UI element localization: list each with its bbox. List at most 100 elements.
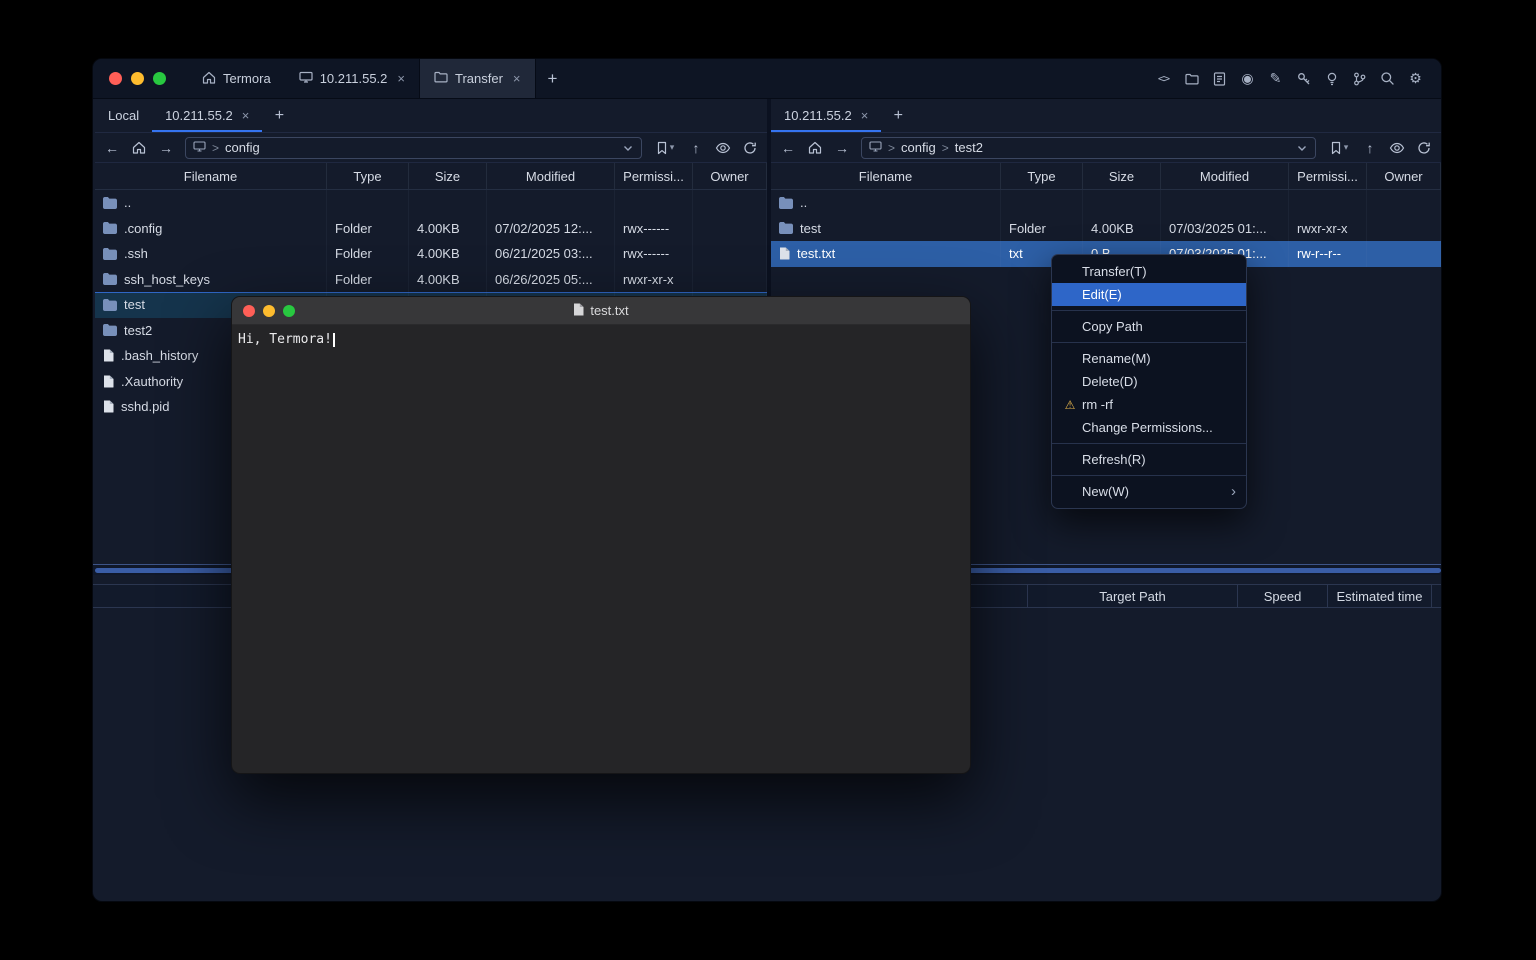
- back-button[interactable]: ←: [777, 137, 799, 159]
- file-row-item[interactable]: ..: [771, 190, 1441, 216]
- close-tab-icon[interactable]: ×: [242, 108, 250, 123]
- breadcrumb-segment[interactable]: config: [225, 140, 260, 155]
- close-tab-icon[interactable]: ×: [513, 71, 521, 86]
- chevron-down-icon[interactable]: [622, 142, 634, 154]
- left-panel-tabs: Local 10.211.55.2× +: [95, 99, 767, 133]
- column-permissions[interactable]: Permissi...: [1289, 163, 1367, 189]
- new-tab-button[interactable]: +: [536, 59, 570, 98]
- column-owner[interactable]: Owner: [693, 163, 767, 189]
- close-window-button[interactable]: [109, 72, 122, 85]
- submenu-arrow-icon: ›: [1231, 483, 1236, 500]
- context-menu: Transfer(T)Edit(E) Copy Path Rename(M) Dele…: [1051, 254, 1247, 509]
- parent-directory-button[interactable]: ↑: [685, 137, 707, 159]
- pencil-icon[interactable]: ✎: [1266, 69, 1285, 88]
- folder-icon[interactable]: [1182, 69, 1201, 88]
- file-name: ..: [124, 195, 131, 210]
- tab-label: 10.211.55.2: [784, 108, 852, 123]
- code-icon[interactable]: <>: [1154, 69, 1173, 88]
- refresh-button[interactable]: [1413, 137, 1435, 159]
- bookmark-button[interactable]: ▾: [1324, 137, 1354, 159]
- column-modified[interactable]: Modified: [1161, 163, 1289, 189]
- column-filename[interactable]: Filename: [95, 163, 327, 189]
- bulb-icon[interactable]: [1322, 69, 1341, 88]
- close-tab-icon[interactable]: ×: [861, 108, 869, 123]
- menu-item-rm-rf[interactable]: ⚠rm -rf: [1052, 393, 1246, 416]
- breadcrumb-segment[interactable]: config: [901, 140, 936, 155]
- folder-icon: [779, 197, 793, 209]
- breadcrumb-separator: >: [888, 141, 895, 155]
- panel-tab-10-211-55-2[interactable]: 10.211.55.2 ×: [771, 99, 881, 132]
- path-bar[interactable]: > config: [185, 137, 642, 159]
- menu-item-rename-m[interactable]: Rename(M): [1052, 347, 1246, 370]
- titlebar-tab-10-211-55-2[interactable]: 10.211.55.2×: [285, 59, 419, 98]
- refresh-button[interactable]: [739, 137, 761, 159]
- editor-content[interactable]: Hi, Termora!: [232, 325, 970, 354]
- text-caret: [333, 333, 335, 347]
- column-type[interactable]: Type: [327, 163, 409, 189]
- bookmark-button[interactable]: ▾: [650, 137, 680, 159]
- branch-icon[interactable]: [1350, 69, 1369, 88]
- panel-tab-10-211-55-2[interactable]: 10.211.55.2×: [152, 99, 262, 132]
- menu-item-new-w[interactable]: New(W)›: [1052, 480, 1246, 503]
- key-icon[interactable]: [1294, 69, 1313, 88]
- forward-button[interactable]: →: [831, 137, 853, 159]
- file-row-config[interactable]: .configFolder4.00KB07/02/2025 12:...rwx-…: [95, 216, 767, 242]
- file-name: sshd.pid: [121, 399, 169, 414]
- column-owner[interactable]: Owner: [1367, 163, 1441, 189]
- menu-item-refresh-r[interactable]: Refresh(R): [1052, 448, 1246, 471]
- file-row-ssh[interactable]: .sshFolder4.00KB06/21/2025 03:...rwx----…: [95, 241, 767, 267]
- home-button[interactable]: [804, 137, 826, 159]
- path-bar[interactable]: >config>test2: [861, 137, 1316, 159]
- panel-tab-local[interactable]: Local: [95, 99, 152, 132]
- menu-item-delete-d[interactable]: Delete(D): [1052, 370, 1246, 393]
- menu-item-label: Copy Path: [1082, 319, 1143, 334]
- add-connection-button[interactable]: +: [881, 99, 915, 132]
- tab-label: Local: [108, 108, 139, 123]
- show-hidden-button[interactable]: [712, 137, 734, 159]
- titlebar-tab-termora[interactable]: Termora: [188, 59, 285, 98]
- show-hidden-button[interactable]: [1386, 137, 1408, 159]
- column-permissions[interactable]: Permissi...: [615, 163, 693, 189]
- parent-directory-button[interactable]: ↑: [1359, 137, 1381, 159]
- forward-button[interactable]: →: [155, 137, 177, 159]
- menu-item-label: Delete(D): [1082, 374, 1138, 389]
- menu-item-label: Rename(M): [1082, 351, 1151, 366]
- menu-item-transfer-t[interactable]: Transfer(T): [1052, 260, 1246, 283]
- column-modified[interactable]: Modified: [487, 163, 615, 189]
- file-icon: [573, 303, 584, 319]
- column-size[interactable]: Size: [409, 163, 487, 189]
- minimize-window-button[interactable]: [131, 72, 144, 85]
- menu-item-label: Refresh(R): [1082, 452, 1146, 467]
- editor-titlebar[interactable]: test.txt: [232, 297, 970, 325]
- home-button[interactable]: [128, 137, 150, 159]
- file-size: [409, 190, 487, 216]
- column-type[interactable]: Type: [1001, 163, 1083, 189]
- menu-item-edit-e[interactable]: Edit(E): [1052, 283, 1246, 306]
- add-connection-button[interactable]: +: [262, 99, 296, 132]
- file-modified: 07/02/2025 12:...: [487, 216, 615, 242]
- file-owner: [693, 267, 767, 293]
- column-speed: Speed: [1237, 585, 1327, 607]
- back-button[interactable]: ←: [101, 137, 123, 159]
- menu-item-change-permissions[interactable]: Change Permissions...: [1052, 416, 1246, 439]
- titlebar-tab-transfer[interactable]: Transfer×: [419, 59, 536, 98]
- folder-icon: [103, 273, 117, 285]
- breadcrumb-segment[interactable]: test2: [955, 140, 983, 155]
- column-size[interactable]: Size: [1083, 163, 1161, 189]
- close-tab-icon[interactable]: ×: [397, 71, 405, 86]
- file-permissions: rwxr-xr-x: [1289, 216, 1367, 242]
- settings-icon[interactable]: ⚙: [1406, 69, 1425, 88]
- search-icon[interactable]: [1378, 69, 1397, 88]
- chevron-down-icon[interactable]: [1296, 142, 1308, 154]
- zoom-window-button[interactable]: [153, 72, 166, 85]
- host-icon: [299, 71, 313, 86]
- file-row-item[interactable]: ..: [95, 190, 767, 216]
- menu-item-copy-path[interactable]: Copy Path: [1052, 315, 1246, 338]
- file-row-ssh-host-keys[interactable]: ssh_host_keysFolder4.00KB06/26/2025 05:.…: [95, 267, 767, 293]
- breadcrumb-separator: >: [212, 141, 219, 155]
- column-filename[interactable]: Filename: [771, 163, 1001, 189]
- file-table-header: Filename Type Size Modified Permissi... …: [771, 163, 1441, 190]
- record-icon[interactable]: ◉: [1238, 69, 1257, 88]
- file-row-test[interactable]: testFolder4.00KB07/03/2025 01:...rwxr-xr…: [771, 216, 1441, 242]
- log-icon[interactable]: [1210, 69, 1229, 88]
